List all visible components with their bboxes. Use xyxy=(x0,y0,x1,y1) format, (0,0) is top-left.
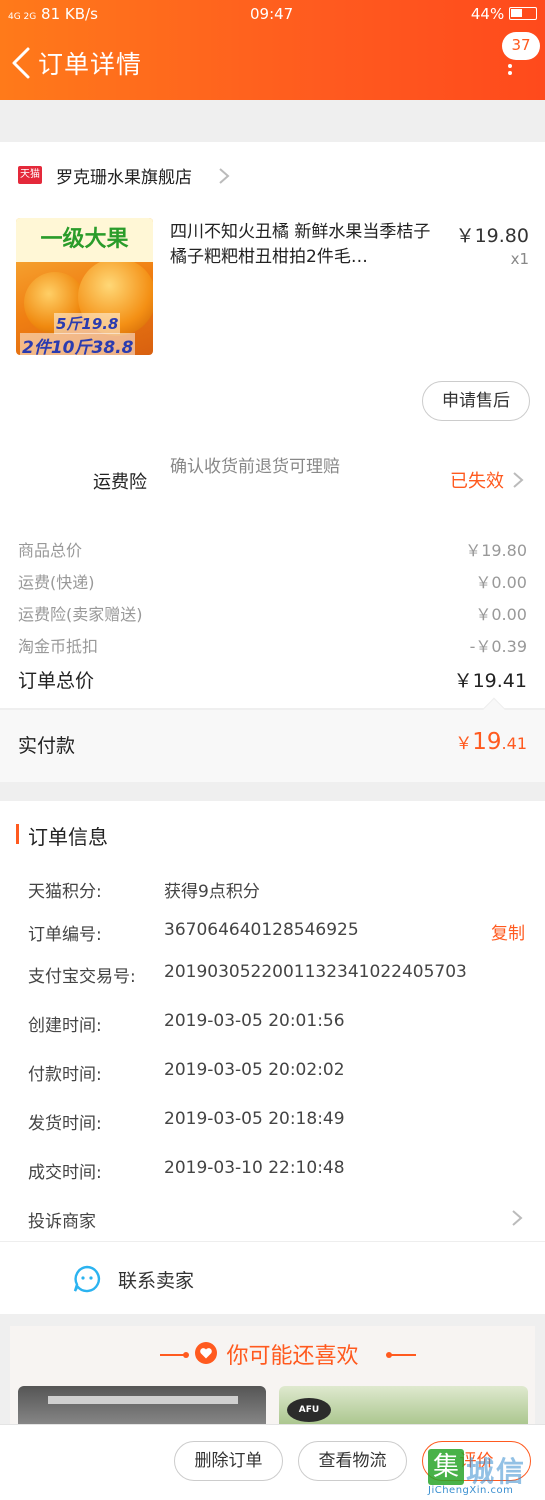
info-label: 成交时间: xyxy=(28,1163,102,1183)
network-indicator: 4G 2G xyxy=(8,12,37,22)
status-bar: 4G 2G 81 KB/s 09:47 44% xyxy=(0,0,545,28)
paid-label: 实付款 xyxy=(18,735,76,757)
tmall-logo-icon: 天猫 xyxy=(18,166,42,184)
delete-order-button[interactable]: 删除订单 xyxy=(174,1441,283,1481)
battery-percent: 44% xyxy=(470,5,505,23)
info-value: 获得9点积分 xyxy=(164,882,260,902)
chat-smile-icon xyxy=(73,1265,101,1293)
chevron-right-icon xyxy=(513,472,524,488)
product-title[interactable]: 四川不知火丑橘 新鲜水果当季桔子橘子粑粑柑丑柑拍2件毛… xyxy=(170,220,440,270)
chevron-right-icon xyxy=(512,1210,523,1226)
insurance-label: 运费险 xyxy=(93,472,147,493)
battery-icon xyxy=(509,7,537,20)
info-value: 2019-03-05 20:01:56 xyxy=(164,1011,345,1031)
top-app-bar: 4G 2G 81 KB/s 09:47 44% 订单详情 37 xyxy=(0,0,545,100)
clock: 09:47 xyxy=(250,5,294,23)
afu-logo-icon: AFU xyxy=(287,1398,331,1422)
product-image-price-1: 5斤19.8 xyxy=(54,313,121,334)
product-image-price-2: 2件10斤38.8 xyxy=(20,333,136,355)
insurance-description: 确认收货前退货可理赔 xyxy=(170,457,340,477)
recommend-item[interactable] xyxy=(18,1386,266,1426)
order-number: 367064640128546925 xyxy=(164,920,359,940)
price-row: 运费(快递) ￥0.00 xyxy=(18,573,527,592)
info-value: 2019-03-05 20:18:49 xyxy=(164,1109,345,1129)
after-sale-button[interactable]: 申请售后 xyxy=(422,381,530,421)
price-row: 商品总价 ￥19.80 xyxy=(18,541,527,560)
message-count-badge[interactable]: 37 xyxy=(502,32,540,60)
complain-seller-link[interactable]: 投诉商家 xyxy=(28,1207,96,1232)
product-image[interactable]: 一级大果 5斤19.8 2件10斤38.8 xyxy=(16,218,153,355)
recommend-item[interactable]: AFU xyxy=(279,1386,528,1426)
product-image-banner: 一级大果 xyxy=(16,218,153,262)
info-value: 2019-03-05 20:02:02 xyxy=(164,1060,345,1080)
network-speed: 81 KB/s xyxy=(41,5,98,23)
info-label: 订单编号: xyxy=(28,925,102,945)
more-menu-icon[interactable] xyxy=(508,64,512,78)
info-label: 付款时间: xyxy=(28,1065,102,1085)
paid-amount: ￥19.41 xyxy=(455,729,527,755)
copy-order-number-button[interactable]: 复制 xyxy=(491,919,525,944)
recommend-title: 你可能还喜欢 xyxy=(226,1344,359,1369)
order-info-title: 订单信息 xyxy=(28,825,108,849)
price-row: 淘金币抵扣 -￥0.39 xyxy=(18,637,527,656)
insurance-status[interactable]: 已失效 xyxy=(450,467,504,493)
info-label: 发货时间: xyxy=(28,1114,102,1134)
back-arrow-icon[interactable] xyxy=(10,46,32,80)
info-label: 天猫积分: xyxy=(28,882,102,902)
chevron-right-icon xyxy=(219,168,230,184)
watermark-logo: 集 城信 JiChengXin.com xyxy=(428,1449,540,1497)
price-row: 运费险(卖家赠送) ￥0.00 xyxy=(18,605,527,624)
product-price: ￥19.80 xyxy=(455,225,529,247)
product-quantity: x1 xyxy=(510,250,529,268)
contact-seller-label[interactable]: 联系卖家 xyxy=(118,1266,194,1293)
order-total-row: 订单总价 ￥19.41 xyxy=(18,670,527,692)
info-label: 支付宝交易号: xyxy=(28,967,136,987)
view-logistics-button[interactable]: 查看物流 xyxy=(298,1441,407,1481)
page-title: 订单详情 xyxy=(38,50,143,79)
info-label: 创建时间: xyxy=(28,1016,102,1036)
alipay-trade-number: 2019030522001132341022405703 xyxy=(164,962,467,982)
store-name-link[interactable]: 罗克珊水果旗舰店 xyxy=(56,163,192,188)
info-value: 2019-03-10 22:10:48 xyxy=(164,1158,345,1178)
